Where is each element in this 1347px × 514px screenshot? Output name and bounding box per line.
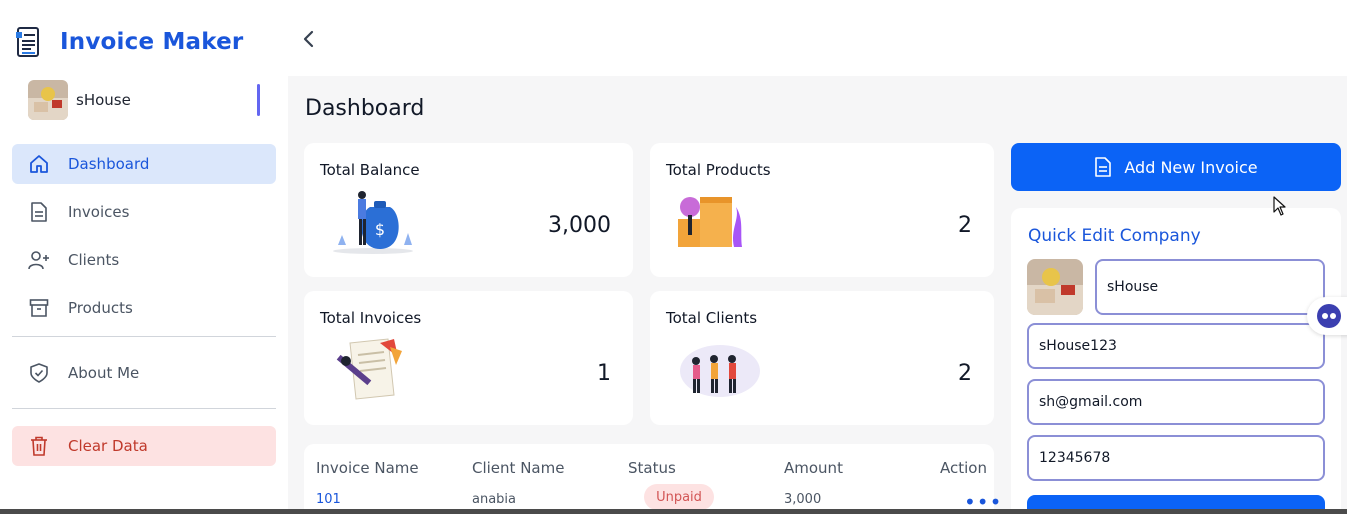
bot-face-icon [1317,304,1341,328]
invoice-logo-icon [16,27,39,57]
sidebar-divider [12,408,276,409]
stat-value: 3,000 [548,213,611,238]
company-phone-input[interactable] [1027,435,1325,481]
archive-icon [28,297,50,319]
app-title: Invoice Maker [60,29,244,55]
profile-name: sHouse [76,91,131,109]
company-email-input[interactable] [1027,379,1325,425]
stat-label: Total Clients [666,309,758,327]
amount-cell: 3,000 [784,492,822,507]
sidebar-item-label: Products [68,299,133,317]
stat-card-balance: Total Balance $ 3,000 [304,143,633,277]
bottom-edge [0,509,1347,514]
stat-label: Total Balance [320,161,420,179]
chevron-left-icon [303,30,314,48]
company-name-input[interactable] [1095,259,1325,315]
invoice-pen-illustration-icon [336,338,402,400]
status-badge: Unpaid [644,484,714,510]
stat-label: Total Products [666,161,771,179]
sidebar-divider [12,336,276,337]
sidebar: Invoice Maker sHouse Dashboard Invoices [0,0,288,514]
money-bag-illustration-icon: $ [333,191,413,254]
column-header: Status [628,459,676,477]
sidebar-item-label: Invoices [68,203,130,221]
page-title: Dashboard [305,96,425,121]
sidebar-item-label: Dashboard [68,155,150,173]
stat-card-invoices: Total Invoices 1 [304,291,633,425]
column-header: Invoice Name [316,459,419,477]
sidebar-item-invoices[interactable]: Invoices [12,192,276,232]
stat-value: 1 [597,361,611,386]
trash-icon [28,435,50,457]
document-icon [28,201,50,223]
document-icon [1094,157,1112,177]
panel-title: Quick Edit Company [1028,226,1201,246]
client-name-cell: anabia [472,492,517,507]
sidebar-item-label: Clear Data [68,437,148,455]
column-header: Action [940,459,987,477]
stat-value: 2 [958,213,972,238]
profile-card[interactable]: sHouse [12,74,276,126]
invoice-name-link[interactable]: 101 [316,492,341,507]
sidebar-item-label: Clients [68,251,120,269]
stat-card-products: Total Products 2 [650,143,994,277]
add-user-icon [28,249,50,271]
avatar [28,80,68,120]
sidebar-item-products[interactable]: Products [12,288,276,328]
shield-icon [28,362,50,384]
svg-text:$: $ [375,220,385,239]
company-logo[interactable] [1027,259,1083,315]
product-boxes-illustration-icon [678,197,742,247]
sidebar-item-label: About Me [68,364,140,382]
clients-illustration-icon [680,345,760,397]
stat-card-clients: Total Clients 2 [650,291,994,425]
sidebar-item-clients[interactable]: Clients [12,240,276,280]
brand[interactable]: Invoice Maker [14,26,243,58]
add-new-invoice-button[interactable]: Add New Invoice [1011,143,1341,191]
profile-indicator [257,84,260,116]
mouse-cursor-icon [1273,196,1286,216]
column-header: Amount [784,459,843,477]
sidebar-item-about[interactable]: About Me [12,353,276,393]
back-button[interactable] [297,26,319,52]
clear-data-button[interactable]: Clear Data [12,426,276,466]
company-id-input[interactable] [1027,323,1325,369]
home-icon [28,153,50,175]
chat-helper-button[interactable] [1307,297,1347,335]
invoice-table: Invoice Name Client Name Status Amount A… [304,444,1001,514]
sidebar-item-dashboard[interactable]: Dashboard [12,144,276,184]
column-header: Client Name [472,459,565,477]
add-new-invoice-label: Add New Invoice [1124,157,1258,177]
stat-value: 2 [958,361,972,386]
stat-label: Total Invoices [320,309,422,327]
quick-edit-company-panel: Quick Edit Company [1011,208,1341,514]
